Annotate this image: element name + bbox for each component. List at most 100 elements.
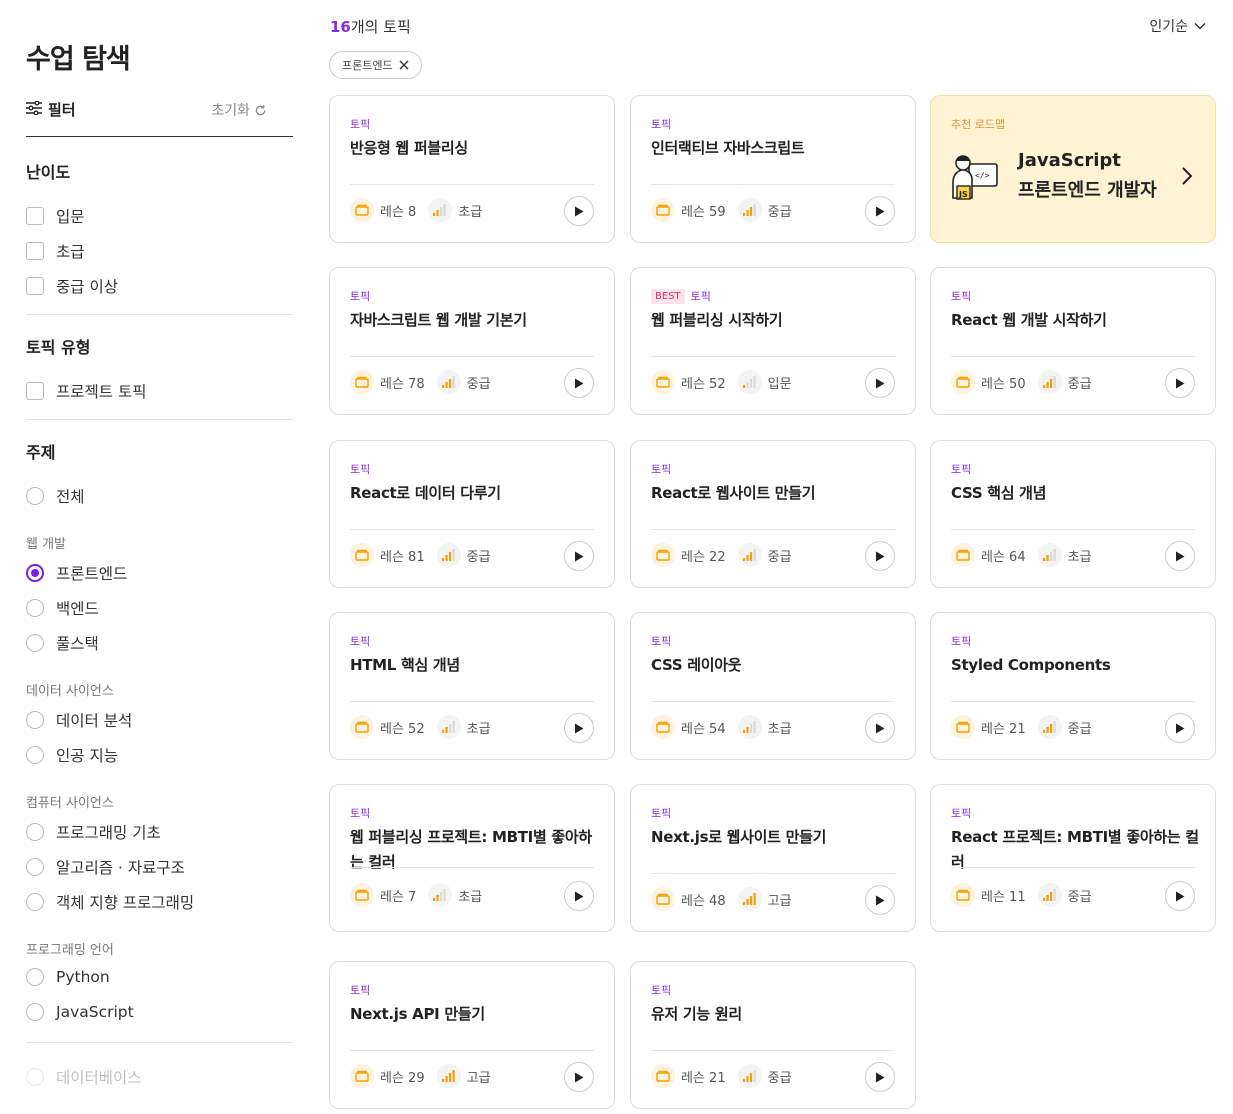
radio-database[interactable]: 데이터베이스 [26,1066,142,1088]
play-button[interactable] [1165,541,1195,571]
card-divider [350,701,594,702]
topic-card[interactable]: 토픽 CSS 핵심 개념 레슨 64 초급 [930,440,1216,588]
play-button[interactable] [564,713,594,743]
play-button[interactable] [564,196,594,226]
play-button[interactable] [865,541,895,571]
reset-button[interactable]: 초기화 [211,100,267,120]
card-tags: 토픽 [951,633,971,649]
group-label: 컴퓨터 사이언스 [26,796,114,811]
radio[interactable] [26,893,44,911]
roadmap-card[interactable]: 추천 로드맵 </> JS JavaScript 프론트엔드 개발자 [930,95,1216,243]
filter-chip-frontend[interactable]: 프론트엔드 [329,51,422,79]
play-button[interactable] [1165,713,1195,743]
radio-selected[interactable] [26,564,44,582]
radio[interactable] [26,487,44,505]
lesson-icon [350,715,374,739]
level-label: 초급 [458,889,483,905]
refresh-icon [255,104,266,115]
play-button[interactable] [564,541,594,571]
sort-dropdown[interactable]: 인기순 [1149,16,1206,36]
radio-backend[interactable]: 백엔드 [26,597,99,619]
play-button[interactable] [865,1062,895,1092]
topic-card[interactable]: BEST 토픽 웹 퍼블리싱 시작하기 레슨 52 입문 [630,267,916,415]
level-bars-icon [1037,715,1062,739]
reset-label: 초기화 [211,103,250,119]
topic-card[interactable]: 토픽 유저 기능 원리 레슨 21 중급 [630,961,916,1109]
radio[interactable] [26,823,44,841]
radio-label: 데이터 분석 [56,712,133,730]
radio[interactable] [26,968,44,986]
lesson-icon [651,198,675,222]
filter-label: 필터 [48,101,76,119]
radio-algorithms[interactable]: 알고리즘 · 자료구조 [26,856,185,878]
topic-tag: 토픽 [951,807,972,820]
topic-card[interactable]: 토픽 React로 웹사이트 만들기 레슨 22 중급 [630,440,916,588]
checkbox-intermediate[interactable]: 중급 이상 [26,275,118,297]
play-button[interactable] [564,1062,594,1092]
level-bars-icon [436,1064,461,1088]
play-icon [1176,891,1185,901]
topic-card[interactable]: 토픽 자바스크립트 웹 개발 기본기 레슨 78 중급 [329,267,615,415]
radio-frontend[interactable]: 프론트엔드 [26,562,127,584]
checkbox[interactable] [26,242,44,260]
radio[interactable] [26,1003,44,1021]
close-icon[interactable] [399,60,409,70]
radio[interactable] [26,634,44,652]
card-title: 반응형 웹 퍼블리싱 [350,139,468,157]
level-label: 초급 [466,721,491,737]
card-meta: 레슨 8 초급 [350,198,482,222]
play-button[interactable] [865,713,895,743]
lesson-icon [651,543,675,567]
card-title: 자바스크립트 웹 개발 기본기 [350,311,527,329]
play-button[interactable] [865,196,895,226]
chevron-right-icon [1182,167,1193,185]
topic-card[interactable]: 토픽 React로 데이터 다루기 레슨 81 중급 [329,440,615,588]
card-tags: 토픽 [350,982,370,998]
topic-card[interactable]: 토픽 인터랙티브 자바스크립트 레슨 59 중급 [630,95,916,243]
radio[interactable] [26,746,44,764]
card-tags: 토픽 [651,805,671,821]
topic-card[interactable]: 토픽 Styled Components 레슨 21 중급 [930,612,1216,760]
radio[interactable] [26,1068,44,1086]
topic-card[interactable]: 토픽 React 웹 개발 시작하기 레슨 50 중급 [930,267,1216,415]
lesson-icon [350,1064,374,1088]
level-label: 초급 [1067,549,1092,565]
topic-card[interactable]: 토픽 HTML 핵심 개념 레슨 52 초급 [329,612,615,760]
radio-ai[interactable]: 인공 지능 [26,744,118,766]
radio-all[interactable]: 전체 [26,485,85,507]
radio[interactable] [26,858,44,876]
radio-javascript[interactable]: JavaScript [26,1003,134,1021]
topic-card[interactable]: 토픽 React 프로젝트: MBTI별 좋아하는 컬러 레슨 11 중급 [930,784,1216,932]
checkbox-project-topic[interactable]: 프로젝트 토픽 [26,380,147,402]
radio-programming-basics[interactable]: 프로그래밍 기초 [26,821,161,843]
radio[interactable] [26,711,44,729]
topic-card[interactable]: 토픽 CSS 레이아웃 레슨 54 초급 [630,612,916,760]
radio-python[interactable]: Python [26,968,110,986]
play-button[interactable] [564,881,594,911]
play-button[interactable] [1165,368,1195,398]
checkbox-beginner[interactable]: 입문 [26,205,85,227]
level-label: 고급 [466,1070,491,1086]
radio[interactable] [26,599,44,617]
checkbox[interactable] [26,382,44,400]
card-title: React로 데이터 다루기 [350,484,501,502]
play-button[interactable] [564,368,594,398]
topic-card[interactable]: 토픽 반응형 웹 퍼블리싱 레슨 8 초급 [329,95,615,243]
radio-fullstack[interactable]: 풀스택 [26,632,99,654]
topic-card[interactable]: 토픽 Next.js로 웹사이트 만들기 레슨 48 고급 [630,784,916,932]
level-label: 중급 [466,549,491,565]
radio-data-analysis[interactable]: 데이터 분석 [26,709,132,731]
checkbox-elementary[interactable]: 초급 [26,240,85,262]
checkbox[interactable] [26,277,44,295]
radio-oop[interactable]: 객체 지향 프로그래밍 [26,891,194,913]
lesson-count: 레슨 78 [380,376,425,392]
play-button[interactable] [865,885,895,915]
topic-card[interactable]: 토픽 Next.js API 만들기 레슨 29 고급 [329,961,615,1109]
topic-card[interactable]: 토픽 웹 퍼블리싱 프로젝트: MBTI별 좋아하는 컬러 레슨 7 초급 [329,784,615,932]
play-button[interactable] [1165,881,1195,911]
level-bars-icon [737,887,762,911]
card-divider [651,873,895,874]
checkbox[interactable] [26,207,44,225]
lesson-icon [350,543,374,567]
play-button[interactable] [865,368,895,398]
